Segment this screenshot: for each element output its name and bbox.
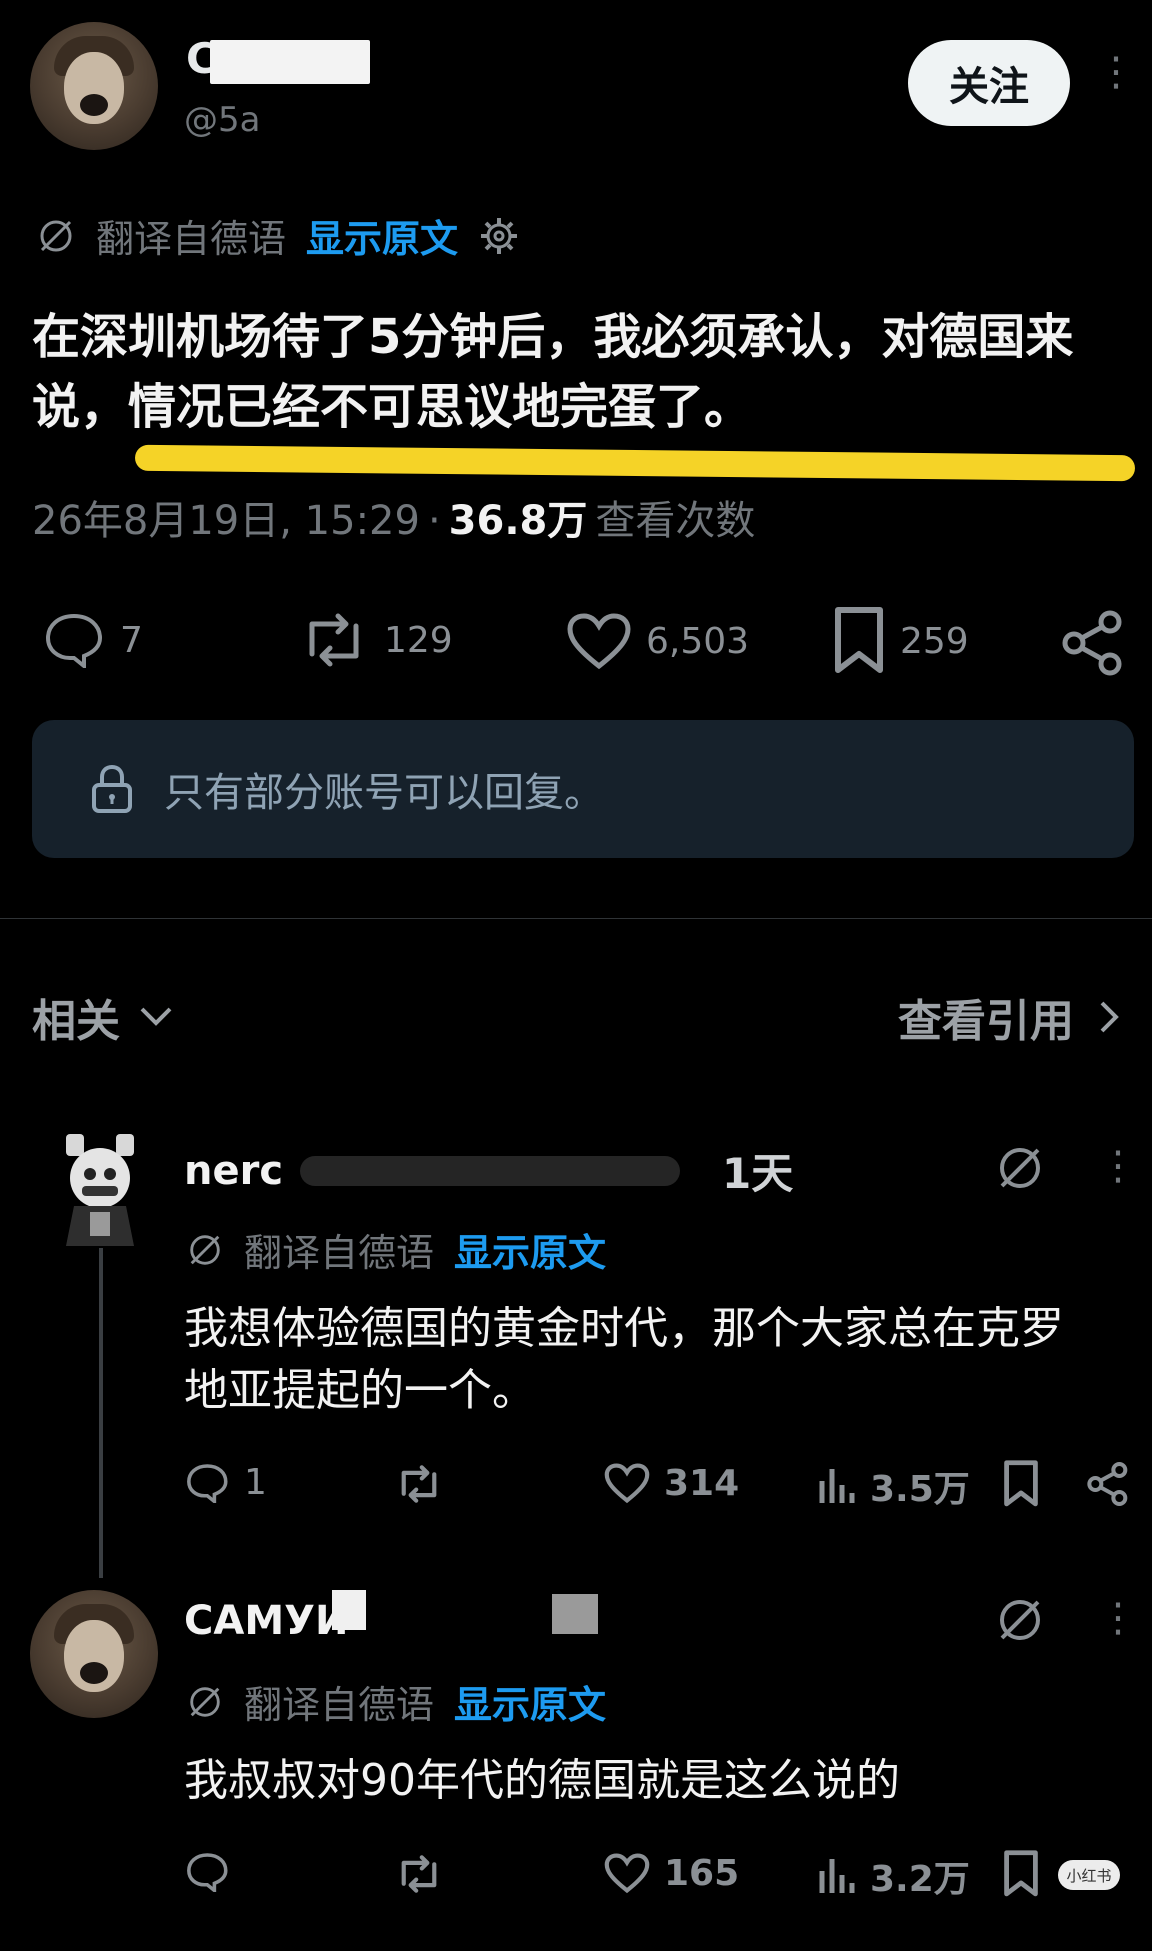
analytics-icon	[819, 1469, 855, 1503]
repost-icon	[309, 613, 359, 667]
reply-icon	[45, 613, 103, 668]
comment-text-line: 地亚提起的一个。	[184, 1365, 536, 1416]
translate-icon[interactable]	[994, 1142, 1046, 1194]
author-avatar[interactable]	[30, 22, 158, 150]
post-text: 在深圳机场待了5分钟后，我必须承认，对德国来说，情况已经不可思议地完蛋了。	[32, 309, 1074, 435]
reply-action[interactable]: 7	[44, 612, 143, 668]
related-label: 相关	[32, 996, 120, 1047]
bookmark-icon[interactable]	[1002, 1850, 1040, 1898]
reply-restriction-banner: 只有部分账号可以回复。	[32, 720, 1134, 858]
commenter-name[interactable]: nerc	[184, 1148, 283, 1194]
heart-icon	[604, 1463, 650, 1504]
comment-views[interactable]: 3.2万	[816, 1850, 970, 1902]
meta-separator: ·	[427, 498, 441, 544]
bookmark-action[interactable]: 259	[832, 606, 969, 676]
lock-icon	[92, 764, 132, 813]
commenter-name[interactable]: САМУИ	[184, 1598, 348, 1644]
view-label: 查看次数	[595, 498, 756, 544]
repost-action[interactable]: 129	[298, 612, 453, 668]
repost-icon[interactable]	[394, 1854, 444, 1894]
comment-text-line: 我想体验德国的黄金时代，那个大家总在克罗	[184, 1303, 1064, 1354]
repost-icon[interactable]	[394, 1464, 444, 1504]
translate-icon	[40, 220, 72, 251]
view-quotes-link[interactable]: 查看引用	[898, 985, 1120, 1049]
analytics-icon	[819, 1859, 855, 1893]
show-original-link[interactable]: 显示原文	[306, 208, 458, 263]
translate-icon	[190, 1234, 220, 1265]
translate-icon	[190, 1686, 220, 1717]
bookmark-icon[interactable]	[1002, 1460, 1040, 1508]
follow-button[interactable]: 关注	[908, 40, 1070, 126]
comment-reply-action[interactable]: 1	[186, 1462, 267, 1503]
comment-like-action[interactable]: 314	[604, 1462, 739, 1504]
post-meta: 26年8月19日, 15:29 · 36.8万 查看次数	[32, 488, 755, 546]
related-sort-toggle[interactable]: 相关	[32, 985, 174, 1049]
reply-restriction-text: 只有部分账号可以回复。	[164, 770, 604, 816]
more-options-icon[interactable]: ⋮	[1098, 1598, 1138, 1638]
redaction-box	[332, 1590, 366, 1630]
translation-row: 翻译自德语 显示原文	[36, 208, 520, 263]
comment-like-count: 314	[664, 1462, 740, 1504]
commenter-avatar[interactable]	[30, 1590, 158, 1718]
gear-icon[interactable]	[478, 215, 520, 257]
more-options-icon[interactable]: ⋮	[1098, 1146, 1138, 1186]
comment-views[interactable]: 3.5万	[816, 1460, 970, 1512]
comment-view-count: 3.5万	[870, 1469, 970, 1510]
redaction-blur	[300, 1156, 680, 1186]
show-original-link[interactable]: 显示原文	[454, 1674, 606, 1729]
comment-translation-row: 翻译自德语 显示原文	[186, 1674, 606, 1729]
comment-like-count: 165	[664, 1852, 740, 1894]
show-original-link[interactable]: 显示原文	[454, 1222, 606, 1277]
section-divider	[0, 918, 1152, 919]
reply-count: 7	[120, 619, 143, 661]
repost-count: 129	[384, 619, 453, 661]
comment-view-count: 3.2万	[870, 1859, 970, 1900]
heart-icon	[604, 1853, 650, 1894]
chevron-down-icon	[140, 1007, 172, 1026]
author-handle: @5a	[184, 100, 261, 140]
heart-icon	[567, 613, 631, 670]
redaction-box	[210, 40, 370, 84]
comment-time: 1天	[722, 1149, 794, 1198]
translated-from-label: 翻译自德语	[96, 217, 287, 261]
like-action[interactable]: 6,503	[566, 612, 749, 670]
chevron-right-icon	[1100, 1001, 1119, 1033]
comment-reply-count: 1	[244, 1462, 267, 1503]
reply-icon	[187, 1463, 228, 1503]
like-count: 6,503	[646, 620, 750, 662]
post-date: 26年8月19日, 15:29	[32, 498, 420, 544]
bookmark-icon	[835, 607, 883, 673]
highlight-underline	[134, 444, 1136, 482]
comment-translation-row: 翻译自德语 显示原文	[186, 1222, 606, 1277]
translate-icon[interactable]	[994, 1594, 1046, 1646]
reply-icon[interactable]	[186, 1852, 230, 1892]
comment-like-action[interactable]: 165	[604, 1852, 739, 1894]
view-quotes-label: 查看引用	[898, 996, 1074, 1047]
view-count: 36.8万	[448, 498, 588, 544]
redaction-box	[552, 1594, 598, 1634]
more-options-icon[interactable]: ⋮	[1096, 52, 1136, 92]
share-icon[interactable]	[1086, 1462, 1130, 1506]
share-icon[interactable]	[1060, 610, 1126, 676]
translated-from-label: 翻译自德语	[244, 1683, 435, 1727]
watermark-badge: 小红书	[1058, 1860, 1120, 1890]
comment-text: 我叔叔对90年代的德国就是这么说的	[184, 1755, 900, 1806]
bookmark-count: 259	[900, 620, 969, 662]
commenter-avatar[interactable]	[52, 1128, 148, 1258]
thread-connector	[99, 1248, 103, 1578]
translated-from-label: 翻译自德语	[244, 1231, 435, 1275]
